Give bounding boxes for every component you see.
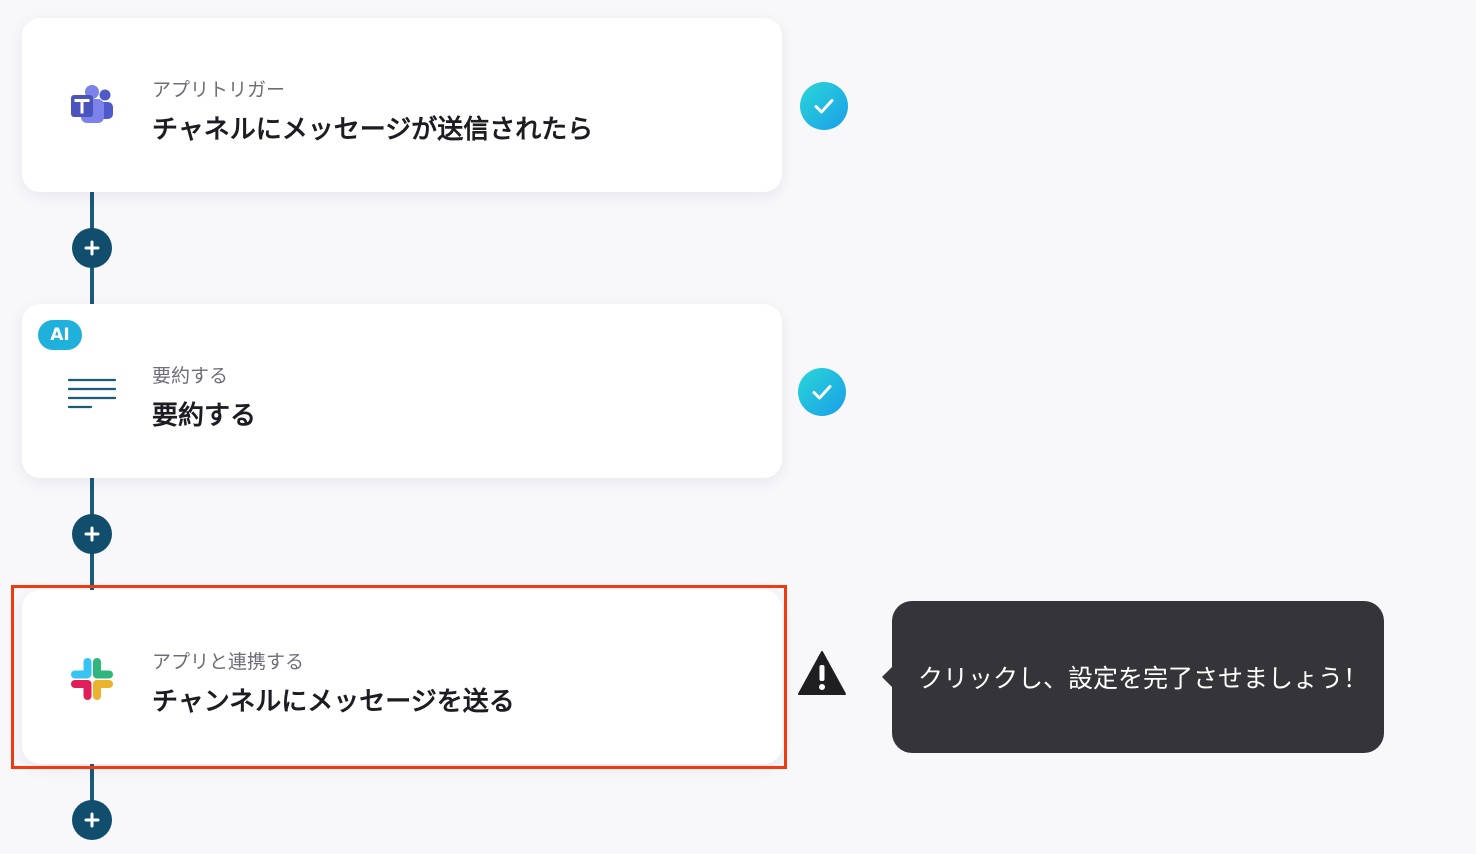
flow-connector-line <box>90 762 94 804</box>
step-title: 要約する <box>152 401 257 431</box>
microsoft-teams-icon <box>68 83 116 131</box>
slack-icon <box>68 655 116 703</box>
add-step-button[interactable] <box>72 514 112 554</box>
plus-icon <box>84 812 100 828</box>
step-title: チャネルにメッセージが送信されたら <box>152 115 594 145</box>
flow-step-card-trigger[interactable]: アプリトリガー チャネルにメッセージが送信されたら <box>22 18 782 192</box>
step-type-label: 要約する <box>152 365 229 387</box>
tooltip-arrow <box>882 667 892 687</box>
plus-icon <box>84 526 100 542</box>
plus-icon <box>84 240 100 256</box>
setup-hint-tooltip: クリックし、設定を完了させましょう！ <box>882 601 1384 753</box>
step-complete-check-icon <box>800 82 848 130</box>
add-step-button[interactable] <box>72 228 112 268</box>
flow-step-card-slack[interactable]: アプリと連携する チャンネルにメッセージを送る <box>22 590 782 764</box>
warning-icon <box>797 650 847 696</box>
tooltip-text: クリックし、設定を完了させましょう！ <box>918 664 1369 693</box>
step-type-label: アプリトリガー <box>152 79 286 101</box>
step-complete-check-icon <box>798 368 846 416</box>
flow-step-card-summarize[interactable]: AI 要約する 要約する <box>22 304 782 478</box>
add-step-button[interactable] <box>72 800 112 840</box>
summarize-lines-icon <box>68 369 116 417</box>
step-title: チャンネルにメッセージを送る <box>152 687 515 717</box>
step-type-label: アプリと連携する <box>152 651 305 673</box>
ai-badge: AI <box>38 320 82 350</box>
